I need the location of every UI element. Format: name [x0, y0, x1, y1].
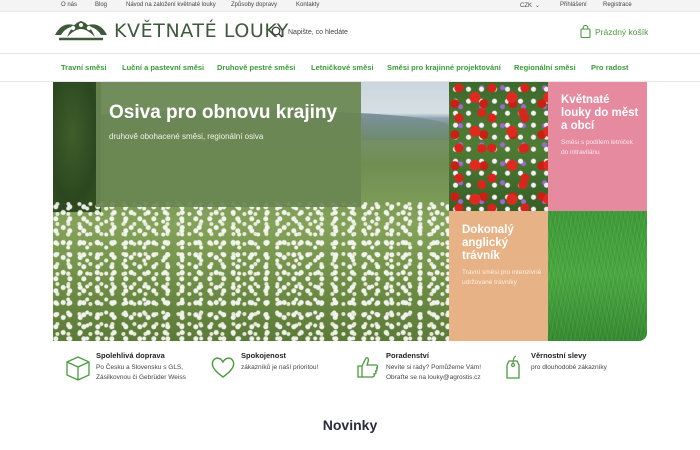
- feature-satisfaction: Spokojenost zákazníků je naší prioritou!: [209, 349, 359, 389]
- english-lawn-tile[interactable]: Dokonalý anglický trávník Travní směsi p…: [449, 211, 548, 341]
- feature-advice: Poradenství Nevíte si rady? Pomůžeme Vám…: [354, 349, 504, 389]
- english-lawn-desc: Travní směsi pro intenzivně udržované tr…: [462, 269, 542, 286]
- feature-advice-title: Poradenství: [386, 351, 429, 360]
- poppies-image-tile[interactable]: [449, 82, 548, 211]
- cart-label: Prázdný košík: [595, 26, 649, 37]
- feature-satisfaction-title: Spokojenost: [241, 351, 287, 360]
- nav-item-for-joy[interactable]: Pro radost: [591, 63, 629, 72]
- feature-advice-line1: Nevíte si rady? Pomůžeme Vám!: [386, 364, 482, 371]
- topbar-link-blog[interactable]: Blog: [95, 2, 107, 8]
- news-section-title: Novinky: [322, 417, 378, 433]
- city-meadows-tile[interactable]: Květnaté louky do měst a obcí Směsi s po…: [548, 82, 647, 211]
- feature-advice-line2[interactable]: Obraťte se na louky@agrostis.cz: [386, 373, 481, 383]
- thumbs-up-icon: [357, 357, 379, 378]
- register-link[interactable]: Registrace: [603, 2, 632, 8]
- nav-item-lawn-mixes[interactable]: Travní směsi: [61, 63, 106, 72]
- hero-meadow-flowers: [53, 202, 449, 341]
- city-meadows-title: Květnaté louky do měst a obcí: [561, 94, 639, 132]
- nav-item-annual-mixes[interactable]: Letničkové směsi: [311, 63, 374, 72]
- search-bar[interactable]: Napište, co hledáte: [271, 24, 348, 40]
- shopping-bag-icon: [580, 25, 591, 38]
- feature-advice-desc: Nevíte si rady? Pomůžeme Vám! Obraťte se…: [386, 363, 481, 383]
- feature-delivery-line1: Po Česku a Slovensku s GLS,: [96, 364, 184, 371]
- nav-item-landscape-mixes[interactable]: Směsi pro krajinné projektování: [387, 63, 501, 72]
- logo-icon[interactable]: [53, 17, 109, 43]
- chevron-down-icon: ⌄: [535, 3, 541, 9]
- feature-delivery-title: Spolehlivá doprava: [96, 351, 165, 360]
- box-icon: [66, 356, 90, 381]
- feature-delivery: Spolehlivá doprava Po Česku a Slovensku …: [64, 349, 214, 389]
- feature-delivery-line2: Zásilkovnou či Gebrüder Weiss: [96, 374, 186, 381]
- logo-text[interactable]: KVĚTNATÉ LOUKY: [114, 20, 289, 42]
- topbar-link-guide[interactable]: Návod na založení květnaté louky: [126, 2, 216, 8]
- topbar-link-about[interactable]: O nás: [61, 2, 77, 8]
- feature-loyalty-desc: pro dlouhodobé zákazníky: [531, 363, 607, 373]
- price-tag-icon: [506, 355, 520, 379]
- search-icon[interactable]: [271, 26, 283, 38]
- main-nav: Travní směsi Luční a pastevní směsi Druh…: [0, 53, 700, 82]
- topbar-link-shipping[interactable]: Způsoby dopravy: [231, 2, 277, 8]
- hero-text-box[interactable]: Osiva pro obnovu krajiny druhově obohace…: [96, 82, 361, 207]
- currency-value: CZK: [520, 3, 532, 9]
- city-meadows-desc: Směsi s podílem letniček do intravilánu: [561, 139, 633, 156]
- login-link[interactable]: Přihlášení: [560, 2, 587, 8]
- feature-loyalty: Věrnostní slevy pro dlouhodobé zákazníky: [499, 349, 649, 389]
- topbar-link-contacts[interactable]: Kontakty: [296, 2, 319, 8]
- english-lawn-title: Dokonalý anglický trávník: [462, 224, 514, 262]
- nav-item-meadow-pasture-mixes[interactable]: Luční a pastevní směsi: [122, 63, 204, 72]
- top-bar: O nás Blog Návod na založení květnaté lo…: [0, 0, 700, 12]
- feature-satisfaction-line1: zákazníků je naší prioritou!: [241, 364, 319, 371]
- search-input[interactable]: Napište, co hledáte: [288, 29, 348, 36]
- heart-icon: [211, 357, 235, 378]
- currency-select[interactable]: CZK ⌄: [520, 2, 540, 9]
- cart-button[interactable]: Prázdný košík: [580, 25, 648, 38]
- nav-item-diverse-mixes[interactable]: Druhově pestré směsi: [217, 63, 295, 72]
- hero-trees: [53, 82, 101, 212]
- hero-subtitle: druhově obohacené směsi, regionální osiv…: [109, 132, 264, 141]
- feature-delivery-desc: Po Česku a Slovensku s GLS, Zásilkovnou …: [96, 363, 186, 383]
- feature-loyalty-title: Věrnostní slevy: [531, 351, 587, 360]
- nav-item-regional-mixes[interactable]: Regionální směsi: [514, 63, 576, 72]
- grass-image-tile[interactable]: [548, 211, 647, 341]
- feature-satisfaction-desc: zákazníků je naší prioritou!: [241, 363, 318, 373]
- hero-title: Osiva pro obnovu krajiny: [109, 102, 338, 123]
- feature-loyalty-line1: pro dlouhodobé zákazníky: [531, 364, 607, 371]
